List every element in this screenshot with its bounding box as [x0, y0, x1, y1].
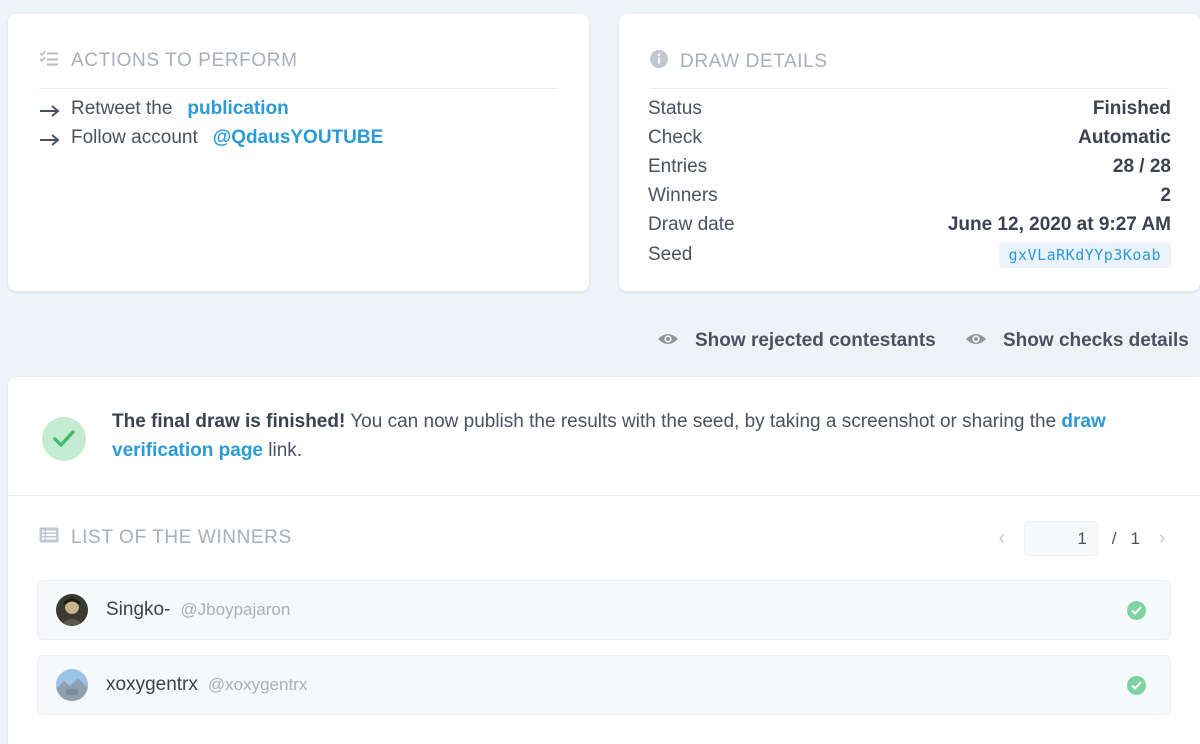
- divider: [8, 495, 1200, 496]
- chevron-right-icon[interactable]: ›: [1154, 527, 1170, 550]
- page-number-input[interactable]: 1: [1023, 521, 1098, 556]
- winner-name: Singko-: [106, 599, 171, 620]
- results-card: The final draw is finished! You can now …: [8, 377, 1200, 744]
- seed-code: gxVLaRKdYYp3Koab: [998, 242, 1171, 268]
- detail-status: Status Finished: [648, 98, 1171, 119]
- chevron-left-icon[interactable]: ‹: [994, 527, 1010, 550]
- publication-link[interactable]: publication: [187, 98, 288, 120]
- page-total: 1: [1130, 528, 1140, 548]
- actions-title: ACTIONS TO PERFORM: [39, 50, 298, 72]
- divider: [650, 88, 1169, 89]
- winner-handle[interactable]: @xoxygentrx: [208, 675, 307, 695]
- show-checks-button[interactable]: Show checks details: [965, 330, 1189, 352]
- winners-title: LIST OF THE WINNERS: [39, 527, 292, 549]
- notice-text: The final draw is finished! You can now …: [112, 411, 1106, 461]
- detail-entries: Entries 28 / 28: [648, 156, 1171, 177]
- draw-details-card: DRAW DETAILS Status Finished Check Autom…: [619, 14, 1200, 291]
- arrow-right-icon: [39, 131, 61, 146]
- draw-finished-notice: The final draw is finished! You can now …: [42, 407, 1160, 465]
- eye-icon: [965, 330, 987, 352]
- winner-row: xoxygentrx @xoxygentrx: [37, 655, 1171, 715]
- avatar: [56, 669, 88, 701]
- action-item-retweet: Retweet the publication: [39, 98, 289, 120]
- details-title: DRAW DETAILS: [650, 50, 828, 74]
- check-icon: [1127, 601, 1146, 620]
- divider: [39, 88, 558, 89]
- account-link[interactable]: @QdausYOUTUBE: [213, 127, 384, 149]
- eye-icon: [657, 330, 679, 352]
- actions-card: ACTIONS TO PERFORM Retweet the publicati…: [8, 14, 589, 291]
- list-icon: [39, 527, 59, 549]
- show-rejected-button[interactable]: Show rejected contestants: [657, 330, 936, 352]
- check-icon: [1127, 676, 1146, 695]
- detail-winners: Winners 2: [648, 185, 1171, 206]
- page-separator: /: [1111, 528, 1117, 548]
- info-icon: [650, 50, 668, 74]
- arrow-right-icon: [39, 102, 61, 117]
- winner-row: Singko- @Jboypajaron: [37, 580, 1171, 640]
- avatar: [56, 594, 88, 626]
- detail-seed: Seed gxVLaRKdYYp3Koab: [648, 242, 1171, 268]
- winner-handle[interactable]: @Jboypajaron: [180, 600, 290, 620]
- check-circle-icon: [42, 417, 86, 461]
- detail-draw-date: Draw date June 12, 2020 at 9:27 AM: [648, 214, 1171, 235]
- pagination: ‹ 1 / 1 ›: [994, 521, 1170, 556]
- checklist-icon: [39, 50, 59, 72]
- detail-check: Check Automatic: [648, 127, 1171, 148]
- winner-name: xoxygentrx: [106, 674, 198, 695]
- action-item-follow: Follow account @QdausYOUTUBE: [39, 127, 383, 149]
